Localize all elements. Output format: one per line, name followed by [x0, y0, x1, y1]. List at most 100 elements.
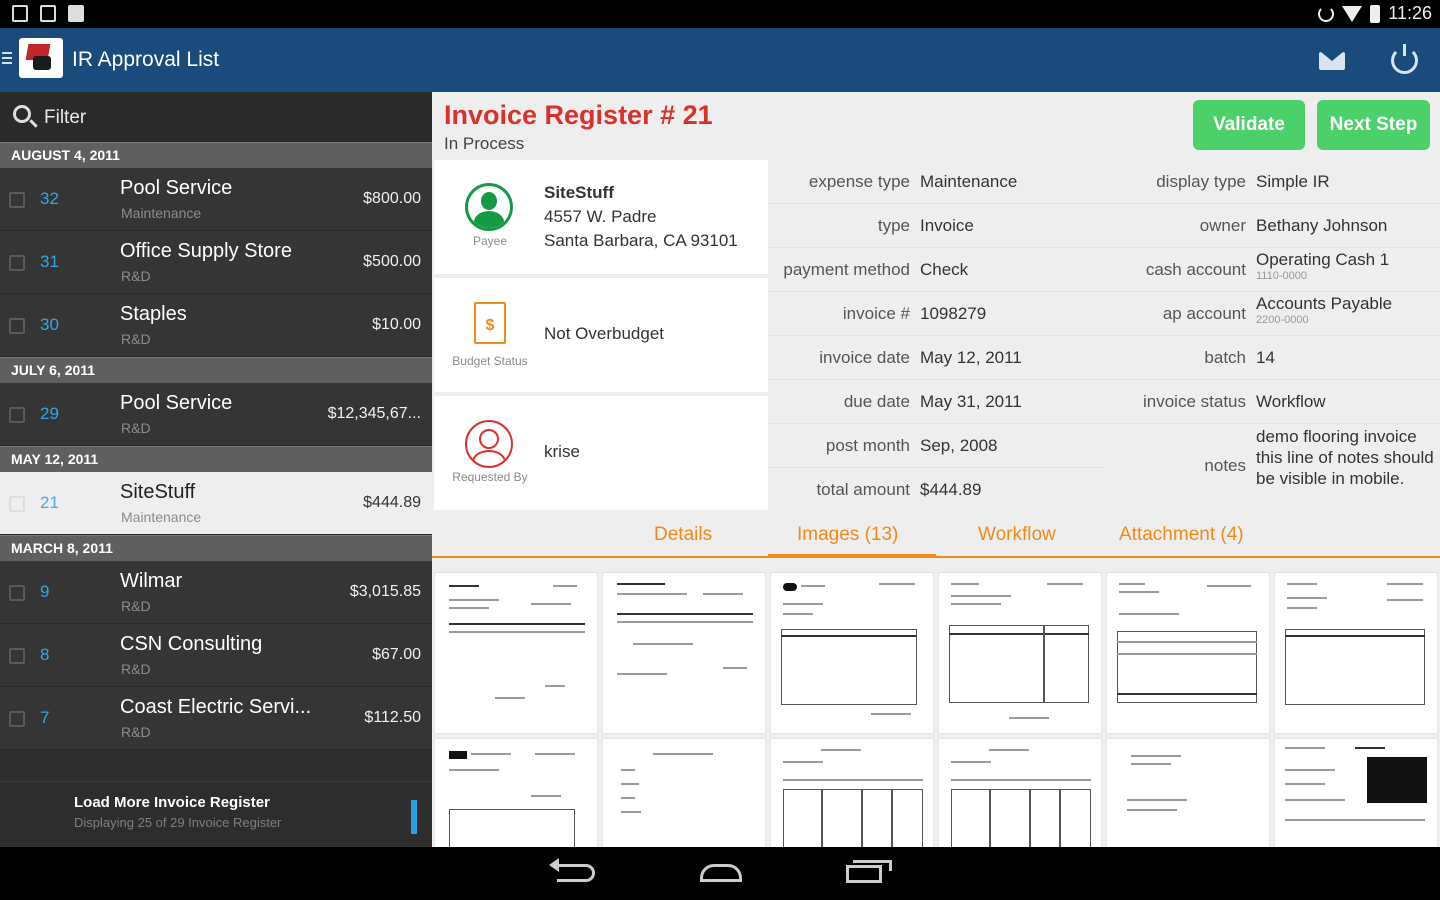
checkbox[interactable]	[9, 648, 25, 664]
action-bar: IR Approval List	[0, 28, 1440, 92]
amount: $10.00	[372, 316, 421, 333]
invoice-title: Invoice Register # 21	[444, 100, 713, 130]
list-item[interactable]: 32 Pool Service Maintenance $800.00	[0, 168, 432, 231]
field-label: display type	[1156, 172, 1246, 191]
field-value-notes: demo flooring invoice this line of notes…	[1256, 427, 1434, 488]
notification-icon	[12, 5, 28, 22]
list-item[interactable]: 8 CSN Consulting R&D $67.00	[0, 624, 432, 687]
tab-workflow[interactable]: Workflow	[978, 524, 1056, 546]
field-value: 1098279	[920, 304, 987, 323]
field-row: cash account Operating Cash 1 1110-0000	[1104, 248, 1440, 292]
back-icon[interactable]	[549, 858, 595, 882]
group-header: AUGUST 4, 2011	[0, 142, 432, 168]
requested-by-card[interactable]: Requested By krise	[434, 396, 768, 510]
app-logo-icon[interactable]	[19, 38, 63, 78]
amount: $800.00	[363, 190, 421, 207]
budget-caption: Budget Status	[452, 354, 528, 368]
checkbox[interactable]	[9, 318, 25, 334]
tab-images[interactable]: Images (13)	[797, 524, 898, 546]
power-icon[interactable]	[1391, 44, 1418, 74]
invoice-image-thumbnail[interactable]	[770, 572, 934, 734]
field-value: Workflow	[1256, 392, 1326, 411]
vendor-name: CSN Consulting	[120, 633, 263, 655]
field-row: due date May 31, 2011	[768, 380, 1104, 424]
field-value: Operating Cash 1 1110-0000	[1256, 250, 1389, 282]
tab-attachment[interactable]: Attachment (4)	[1119, 524, 1244, 546]
clock: 11:26	[1388, 3, 1432, 23]
invoice-image-thumbnail[interactable]	[938, 738, 1102, 847]
invoice-number: 31	[40, 252, 59, 271]
list-item[interactable]: 29 Pool Service R&D $12,345,67...	[0, 383, 432, 446]
field-value: Maintenance	[920, 172, 1018, 191]
invoice-image-thumbnail[interactable]	[1106, 572, 1270, 734]
payee-address-line1: 4557 W. Padre	[544, 207, 657, 226]
invoice-image-thumbnail[interactable]	[434, 572, 598, 734]
recent-apps-icon[interactable]	[846, 860, 892, 883]
expense-type: R&D	[121, 268, 151, 284]
next-step-button[interactable]: Next Step	[1317, 100, 1430, 150]
checkbox[interactable]	[9, 711, 25, 727]
field-label: invoice date	[819, 348, 910, 367]
checkbox[interactable]	[9, 585, 25, 601]
screenshot-icon	[40, 5, 56, 22]
vendor-name: Pool Service	[120, 177, 233, 199]
invoice-number: 30	[40, 315, 59, 334]
battery-icon	[1370, 4, 1381, 23]
invoice-image-thumbnail[interactable]	[770, 738, 934, 847]
expense-type: R&D	[121, 331, 151, 347]
amount: $444.89	[363, 494, 421, 511]
app-title: IR Approval List	[72, 48, 220, 71]
checkbox[interactable]	[9, 255, 25, 271]
invoice-number: 29	[40, 404, 59, 423]
expense-type: R&D	[121, 724, 151, 740]
field-value: Invoice	[920, 216, 974, 235]
payee-address-line2: Santa Barbara, CA 93101	[544, 231, 738, 250]
load-more-button[interactable]: Load More Invoice Register Displaying 25…	[0, 781, 432, 847]
mail-icon[interactable]	[1319, 52, 1345, 70]
invoice-image-thumbnail[interactable]	[1106, 738, 1270, 847]
invoice-image-thumbnail[interactable]	[602, 738, 766, 847]
checkbox[interactable]	[9, 407, 25, 423]
list-item[interactable]: 7 Coast Electric Servi... R&D $112.50	[0, 687, 432, 750]
search-icon	[13, 105, 31, 123]
payee-card[interactable]: Payee SiteStuff 4557 W. Padre Santa Barb…	[434, 160, 768, 274]
payee-caption: Payee	[472, 234, 508, 248]
expense-type: Maintenance	[121, 205, 202, 221]
validate-button[interactable]: Validate	[1193, 100, 1305, 150]
field-row: type Invoice	[768, 204, 1104, 248]
invoice-image-thumbnail[interactable]	[1274, 738, 1438, 847]
payee-name: SiteStuff	[544, 183, 614, 202]
invoice-image-thumbnail[interactable]	[434, 738, 598, 847]
amount: $12,345,67...	[327, 405, 421, 422]
list-item[interactable]: 30 Staples R&D $10.00	[0, 294, 432, 357]
field-label: type	[877, 216, 910, 235]
field-value: May 12, 2011	[920, 348, 1022, 367]
field-value: 14	[1256, 348, 1275, 367]
checkbox[interactable]	[9, 192, 25, 208]
scroll-indicator	[411, 800, 417, 834]
vendor-name: Pool Service	[120, 392, 233, 414]
tab-details[interactable]: Details	[654, 524, 712, 546]
load-more-subtitle: Displaying 25 of 29 Invoice Register	[74, 815, 282, 830]
home-icon[interactable]	[700, 864, 742, 882]
list-item[interactable]: 9 Wilmar R&D $3,015.85	[0, 561, 432, 624]
ap-account-name: Accounts Payable	[1256, 294, 1393, 313]
notification-icons	[12, 5, 84, 22]
checkbox[interactable]	[9, 496, 25, 512]
field-label: payment method	[783, 260, 910, 279]
amount: $500.00	[363, 253, 421, 270]
budget-card[interactable]: $ Budget Status Not Overbudget	[434, 278, 768, 392]
invoice-image-thumbnail[interactable]	[1274, 572, 1438, 734]
field-value: Bethany Johnson	[1256, 216, 1388, 235]
ap-account-code: 2200-0000	[1256, 314, 1309, 326]
invoice-image-thumbnail[interactable]	[938, 572, 1102, 734]
invoice-details: expense type Maintenance type Invoice pa…	[768, 160, 1440, 512]
menu-icon[interactable]	[2, 52, 12, 67]
budget-status-value: Not Overbudget	[544, 324, 665, 343]
invoice-number: 9	[40, 582, 50, 601]
list-item-selected[interactable]: 21 SiteStuff Maintenance $444.89	[0, 472, 432, 535]
filter-bar[interactable]: Filter	[0, 92, 432, 142]
invoice-image-thumbnail[interactable]	[602, 572, 766, 734]
navigation-bar	[0, 847, 1440, 900]
list-item[interactable]: 31 Office Supply Store R&D $500.00	[0, 231, 432, 294]
